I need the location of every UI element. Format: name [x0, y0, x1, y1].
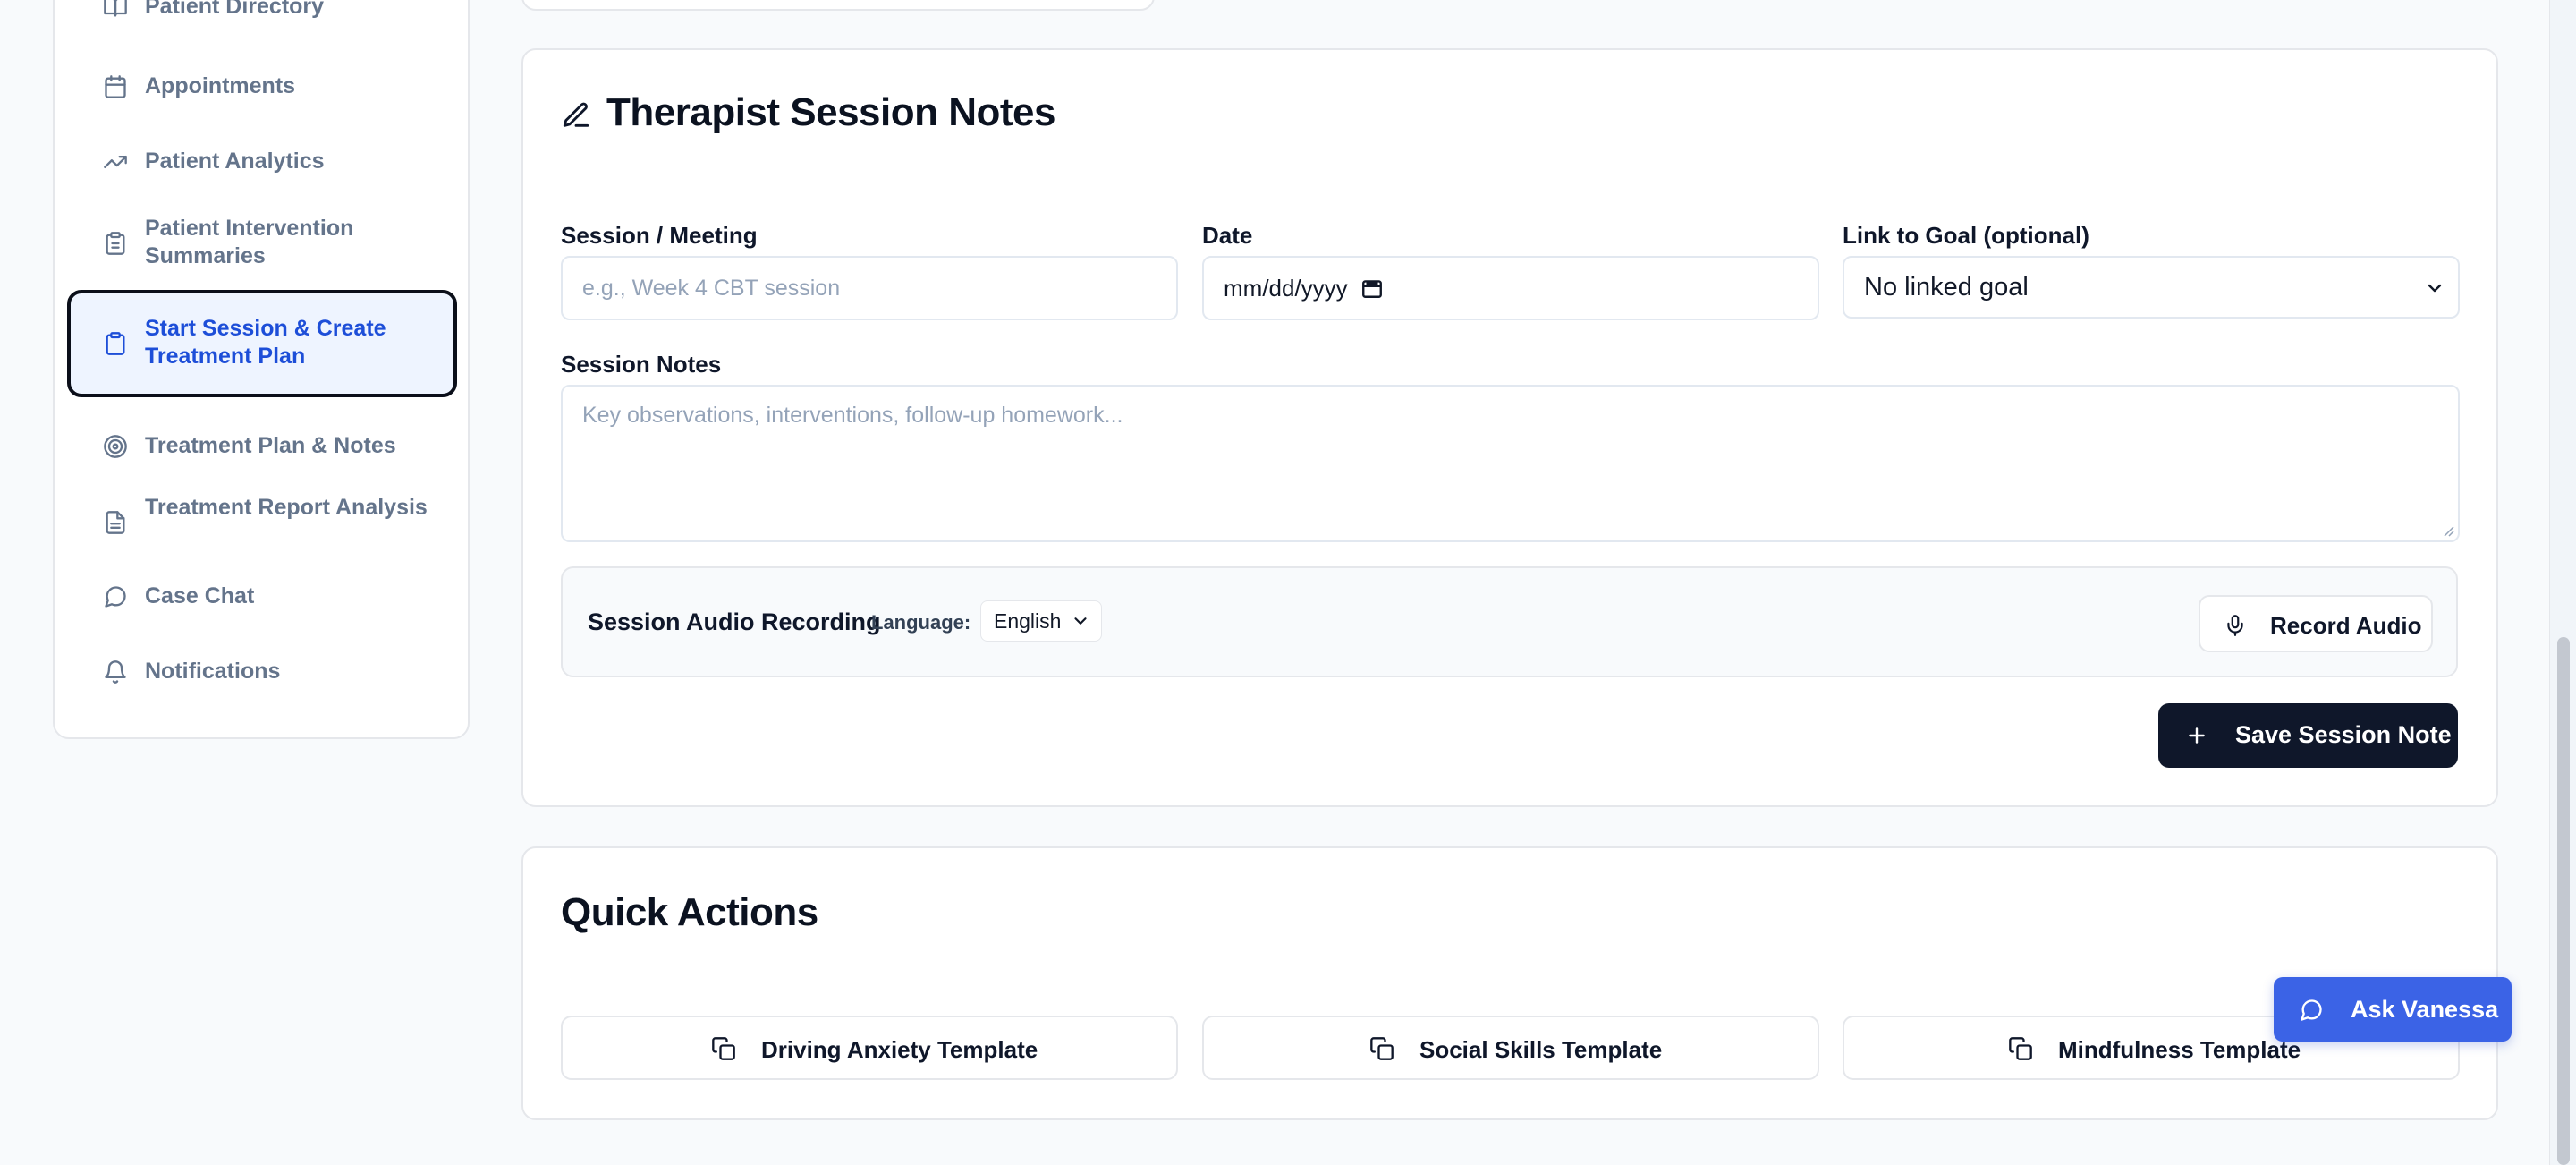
previous-card-edge [521, 0, 1155, 11]
date-input[interactable]: mm/dd/yyyy [1202, 256, 1819, 320]
chevron-down-icon [1071, 611, 1090, 631]
calendar-icon [103, 74, 128, 99]
ask-vanessa-button[interactable]: Ask Vanessa [2274, 977, 2512, 1042]
plus-icon [2185, 724, 2208, 747]
sidebar-item-appointments[interactable]: Appointments [67, 59, 457, 115]
template-label: Driving Anxiety Template [761, 1036, 1038, 1063]
template-label: Social Skills Template [1419, 1036, 1663, 1063]
save-session-note-button[interactable]: Save Session Note [2158, 703, 2458, 768]
record-audio-label: Record Audio [2270, 612, 2422, 639]
session-placeholder: e.g., Week 4 CBT session [582, 275, 841, 301]
sidebar: Patient Directory Appointments Patient A… [53, 0, 470, 739]
template-social-skills-button[interactable]: Social Skills Template [1202, 1016, 1819, 1080]
session-notes-title: Therapist Session Notes [606, 90, 1055, 134]
book-icon [103, 0, 128, 20]
calendar-icon[interactable] [1360, 276, 1384, 300]
sidebar-item-patient-analytics[interactable]: Patient Analytics [67, 134, 457, 190]
session-notes-card: Therapist Session Notes Session / Meetin… [521, 48, 2498, 807]
sidebar-item-label: Treatment Report Analysis [145, 495, 428, 520]
sidebar-item-label: Patient Intervention Summaries [145, 216, 354, 268]
goal-value: No linked goal [1864, 272, 2029, 302]
pencil-icon [561, 100, 591, 131]
date-placeholder: mm/dd/yyyy [1224, 274, 1348, 302]
sidebar-item-case-chat[interactable]: Case Chat [67, 569, 457, 625]
sidebar-item-label: Appointments [145, 73, 296, 98]
message-circle-icon [2299, 998, 2324, 1023]
microphone-icon [2224, 614, 2247, 637]
quick-actions-card: Quick Actions Driving Anxiety Template S… [521, 846, 2498, 1120]
clipboard-icon [103, 231, 128, 256]
language-select[interactable]: English [980, 600, 1102, 642]
sidebar-item-label: Start Session & Create Treatment Plan [145, 316, 386, 369]
sidebar-item-label: Treatment Plan & Notes [145, 433, 396, 458]
template-driving-anxiety-button[interactable]: Driving Anxiety Template [561, 1016, 1178, 1080]
session-label: Session / Meeting [561, 222, 758, 249]
copy-icon [2008, 1036, 2033, 1061]
notes-placeholder: Key observations, interventions, follow-… [582, 403, 1123, 428]
ask-vanessa-label: Ask Vanessa [2351, 996, 2499, 1023]
sidebar-item-treatment-plan[interactable]: Treatment Plan & Notes [67, 419, 457, 474]
sidebar-item-label: Patient Analytics [145, 149, 325, 174]
sidebar-item-notifications[interactable]: Notifications [67, 644, 457, 700]
bell-icon [103, 659, 128, 685]
record-audio-button[interactable]: Record Audio [2199, 595, 2433, 652]
sidebar-item-patient-intervention-summaries[interactable]: Patient Intervention Summaries [67, 208, 457, 279]
chevron-down-icon [2424, 277, 2445, 299]
audio-recording-panel: Session Audio Recording Language: Englis… [561, 566, 2458, 677]
copy-icon [1369, 1036, 1394, 1061]
file-text-icon [103, 510, 128, 535]
trending-up-icon [103, 149, 128, 174]
notes-textarea[interactable]: Key observations, interventions, follow-… [561, 385, 2460, 542]
message-circle-icon [103, 584, 128, 609]
target-icon [103, 434, 128, 459]
sidebar-item-label: Case Chat [145, 583, 255, 608]
sidebar-item-patient-directory[interactable]: Patient Directory [67, 0, 457, 48]
sidebar-item-treatment-report[interactable]: Treatment Report Analysis [67, 487, 457, 558]
notes-label: Session Notes [561, 351, 722, 378]
audio-title: Session Audio Recording [588, 608, 881, 635]
save-session-note-label: Save Session Note [2235, 721, 2452, 748]
sidebar-item-start-session[interactable]: Start Session & Create Treatment Plan [67, 290, 457, 397]
template-label: Mindfulness Template [2058, 1036, 2301, 1063]
resize-grip-icon[interactable] [2442, 524, 2454, 537]
sidebar-item-label: Notifications [145, 659, 281, 684]
clipboard-icon [103, 331, 128, 356]
goal-label: Link to Goal (optional) [1843, 222, 2089, 249]
copy-icon [711, 1036, 736, 1061]
quick-actions-title: Quick Actions [561, 890, 818, 934]
language-label: Language: [871, 611, 971, 634]
goal-select[interactable]: No linked goal [1843, 256, 2460, 319]
date-label: Date [1202, 222, 1253, 249]
session-input[interactable]: e.g., Week 4 CBT session [561, 256, 1178, 320]
scrollbar-thumb[interactable] [2557, 637, 2570, 1165]
language-value: English [994, 608, 1062, 633]
sidebar-item-label: Patient Directory [145, 0, 325, 19]
